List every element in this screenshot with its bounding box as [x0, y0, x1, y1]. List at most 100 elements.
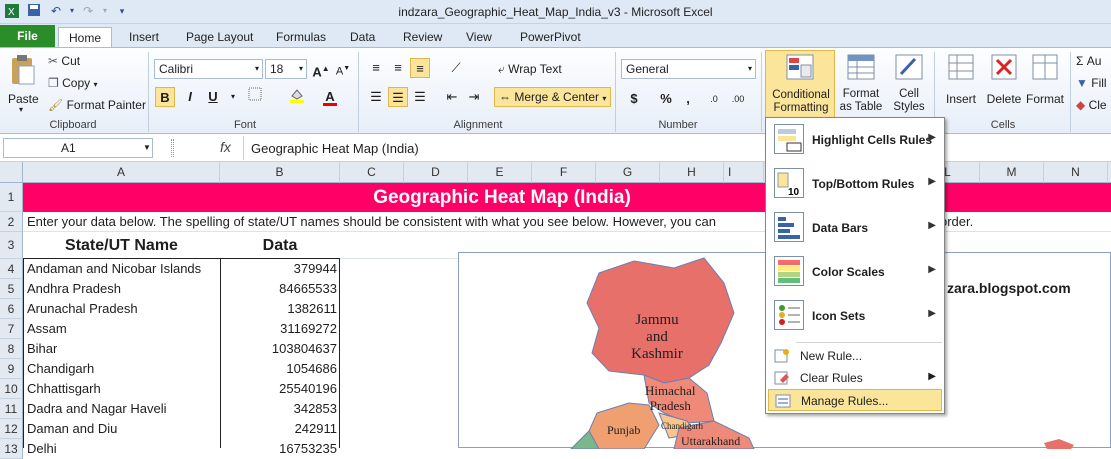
row-header-9[interactable]: 9: [0, 359, 23, 379]
shrink-font-icon[interactable]: A▼: [333, 59, 353, 79]
table-row-value[interactable]: 242911: [222, 419, 337, 439]
table-row[interactable]: Chandigarh: [27, 359, 94, 379]
tab-formulas[interactable]: Formulas: [266, 27, 336, 48]
row-header-4[interactable]: 4: [0, 259, 23, 279]
sheet-title-cell[interactable]: Geographic Heat Map (India): [23, 183, 1111, 212]
row-header-5[interactable]: 5: [0, 279, 23, 299]
table-row-value[interactable]: 103804637: [222, 339, 337, 359]
column-header-e[interactable]: E: [468, 162, 532, 183]
table-row-value[interactable]: 1054686: [222, 359, 337, 379]
menu-item-highlight-cells-rules[interactable]: Highlight Cells Rules ▶: [766, 118, 944, 162]
underline-button[interactable]: U: [203, 87, 223, 107]
tab-review[interactable]: Review: [393, 27, 452, 48]
data-header-cell[interactable]: Data: [220, 234, 340, 258]
insert-function-icon[interactable]: fx: [220, 139, 231, 155]
tab-insert[interactable]: Insert: [119, 27, 169, 48]
row-header-7[interactable]: 7: [0, 319, 23, 339]
decrease-indent-icon[interactable]: ⇤: [442, 87, 462, 107]
column-header-m[interactable]: M: [980, 162, 1044, 183]
column-header-h[interactable]: H: [660, 162, 724, 183]
column-header-c[interactable]: C: [340, 162, 404, 183]
row-header-6[interactable]: 6: [0, 299, 23, 319]
clear-button[interactable]: ◆ Cle: [1076, 98, 1107, 112]
font-color-icon[interactable]: A: [320, 87, 340, 107]
state-header-cell[interactable]: State/UT Name: [23, 234, 220, 258]
name-box[interactable]: A1: [3, 138, 153, 158]
tab-powerpivot[interactable]: PowerPivot: [510, 27, 591, 48]
orientation-icon[interactable]: ⟋: [446, 58, 466, 78]
autosum-button[interactable]: Σ Au: [1076, 54, 1101, 68]
align-bottom-icon[interactable]: ≡: [410, 58, 430, 78]
table-row-value[interactable]: 16753235: [222, 439, 337, 459]
column-header-d[interactable]: D: [404, 162, 468, 183]
align-right-icon[interactable]: ☰: [410, 87, 430, 107]
table-row[interactable]: Arunachal Pradesh: [27, 299, 138, 319]
format-cells-button[interactable]: Format: [1026, 52, 1064, 118]
cell-styles-button[interactable]: Cell Styles: [888, 52, 930, 118]
row-header-12[interactable]: 12: [0, 419, 23, 439]
currency-button[interactable]: $: [624, 89, 644, 109]
column-header-f[interactable]: F: [532, 162, 596, 183]
bold-button[interactable]: B: [155, 87, 175, 107]
menu-item-clear-rules[interactable]: Clear Rules ▶: [766, 367, 944, 389]
menu-item-icon-sets[interactable]: Icon Sets ▶: [766, 294, 944, 338]
row-header-11[interactable]: 11: [0, 399, 23, 419]
splitter-handle[interactable]: [171, 139, 174, 157]
row-header-10[interactable]: 10: [0, 379, 23, 399]
column-header-g[interactable]: G: [596, 162, 660, 183]
tab-view[interactable]: View: [456, 27, 502, 48]
align-top-icon[interactable]: ≡: [366, 58, 386, 78]
menu-item-top-bottom-rules[interactable]: 10 Top/Bottom Rules ▶: [766, 162, 944, 206]
row-header-8[interactable]: 8: [0, 339, 23, 359]
italic-button[interactable]: I: [180, 87, 200, 107]
table-row-value[interactable]: 25540196: [222, 379, 337, 399]
tab-home[interactable]: Home: [58, 27, 112, 48]
table-row-value[interactable]: 379944: [222, 259, 337, 279]
fill-button[interactable]: ▼ Fill: [1076, 76, 1107, 90]
align-middle-icon[interactable]: ≡: [388, 58, 408, 78]
menu-item-new-rule[interactable]: New Rule...: [766, 345, 944, 367]
table-row[interactable]: Assam: [27, 319, 67, 339]
increase-decimal-icon[interactable]: .0: [704, 89, 724, 109]
row-header-3[interactable]: 3: [0, 232, 23, 259]
cut-button[interactable]: ✂ Cut: [48, 54, 80, 68]
table-row-value[interactable]: 342853: [222, 399, 337, 419]
percent-button[interactable]: %: [656, 89, 676, 109]
fill-color-icon[interactable]: [287, 87, 307, 107]
format-as-table-button[interactable]: Format as Table: [838, 52, 884, 118]
underline-dropdown-icon[interactable]: ▾: [223, 87, 243, 107]
menu-item-manage-rules[interactable]: Manage Rules...: [768, 389, 942, 411]
delete-cells-button[interactable]: Delete: [983, 52, 1025, 118]
formula-input[interactable]: Geographic Heat Map (India): [251, 141, 419, 156]
wrap-text-button[interactable]: ⤶ Wrap Text: [498, 62, 562, 77]
number-format-select[interactable]: General ▾: [621, 59, 756, 79]
tab-page-layout[interactable]: Page Layout: [176, 27, 263, 48]
format-painter-button[interactable]: 🖌 Format Painter: [48, 98, 146, 112]
copy-button[interactable]: ❐ Copy ▾: [48, 76, 97, 90]
table-row[interactable]: Andhra Pradesh: [27, 279, 121, 299]
tab-data[interactable]: Data: [340, 27, 385, 48]
select-all-corner[interactable]: [0, 162, 23, 183]
paste-button[interactable]: Paste ▾: [6, 52, 40, 114]
merge-center-button[interactable]: ⇔ Merge & Center ▾: [494, 87, 612, 107]
insert-cells-button[interactable]: Insert: [941, 52, 981, 118]
table-row[interactable]: Bihar: [27, 339, 57, 359]
conditional-formatting-button[interactable]: Conditional Formatting: [765, 50, 835, 118]
row-header-2[interactable]: 2: [0, 212, 23, 232]
row-header-13[interactable]: 13: [0, 439, 23, 459]
align-left-icon[interactable]: ☰: [366, 87, 386, 107]
borders-icon[interactable]: [245, 87, 265, 107]
row-header-1[interactable]: 1: [0, 183, 23, 212]
column-header-i[interactable]: I: [724, 162, 764, 183]
table-row[interactable]: Andaman and Nicobar Islands: [27, 259, 201, 279]
font-name-select[interactable]: Calibri ▾: [154, 59, 263, 79]
menu-item-color-scales[interactable]: Color Scales ▶: [766, 250, 944, 294]
font-size-select[interactable]: 18 ▾: [265, 59, 307, 79]
tab-file[interactable]: File: [0, 25, 55, 48]
table-row-value[interactable]: 1382611: [222, 299, 337, 319]
table-row[interactable]: Chhattisgarh: [27, 379, 101, 399]
grow-font-icon[interactable]: A▲: [311, 59, 331, 79]
instruction-cell[interactable]: Enter your data below. The spelling of s…: [27, 212, 716, 232]
increase-indent-icon[interactable]: ⇥: [464, 87, 484, 107]
menu-item-data-bars[interactable]: Data Bars ▶: [766, 206, 944, 250]
